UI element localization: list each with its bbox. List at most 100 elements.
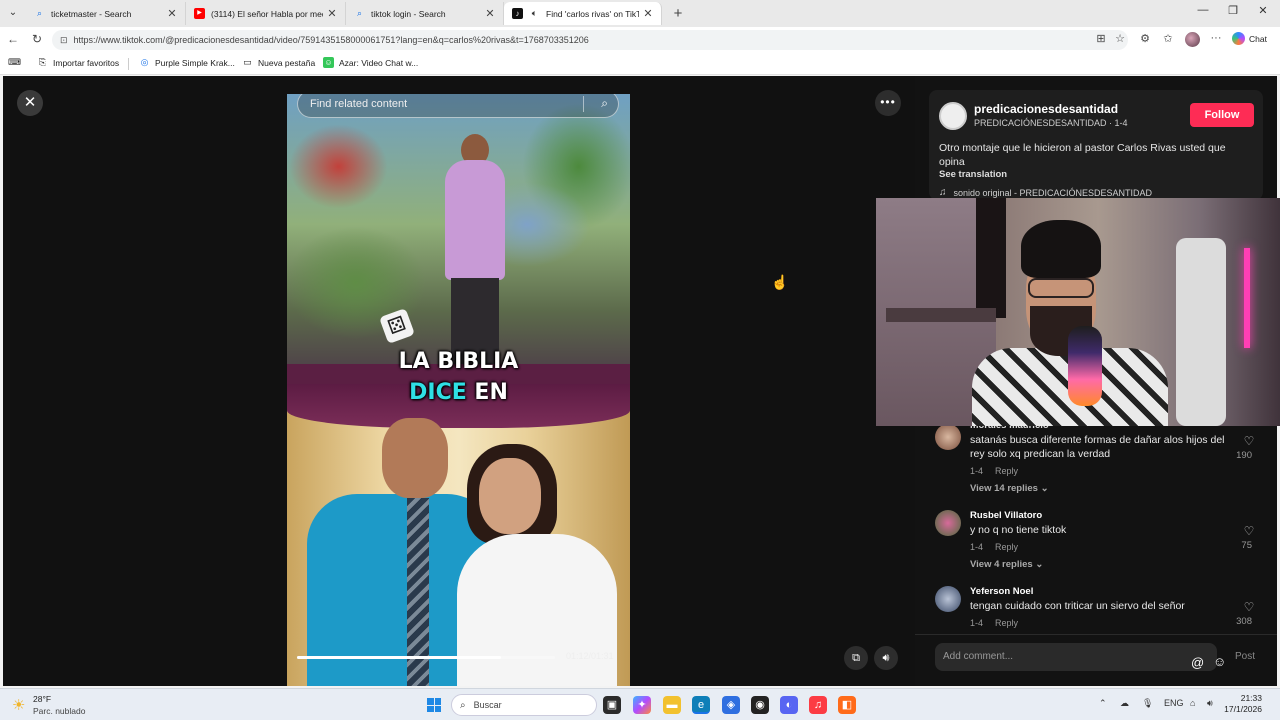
like-heart-icon[interactable]: ♡ xyxy=(1241,524,1257,538)
favorite-star-icon[interactable]: ☆ xyxy=(1113,32,1127,45)
tab-youtube[interactable]: ▶ (3114) El señor Habla por medio ✕ xyxy=(186,2,346,25)
address-bar[interactable]: ⊡ https://www.tiktok.com/@predicacionesd… xyxy=(52,30,1128,50)
like-count: 190 xyxy=(1236,450,1252,461)
more-options-button[interactable]: ••• xyxy=(875,90,901,116)
music-app-icon[interactable]: ♫ xyxy=(809,696,827,714)
video-player[interactable]: ⚄ LA BIBLIA DICE EN Find related content… xyxy=(287,94,630,686)
new-tab-button[interactable]: + xyxy=(670,5,686,22)
close-icon[interactable]: ✕ xyxy=(643,7,653,20)
capture-app-icon[interactable]: ◧ xyxy=(838,696,856,714)
add-comment-input[interactable]: Add comment... @ ☺ xyxy=(935,643,1226,671)
account-avatar[interactable] xyxy=(939,102,967,130)
commenter-avatar[interactable] xyxy=(935,586,961,612)
mention-icon[interactable]: @ xyxy=(1191,649,1204,677)
profile-avatar[interactable] xyxy=(1185,32,1200,47)
reply-link[interactable]: Reply xyxy=(995,618,1018,628)
bookmark-import[interactable]: ⎘ Importar favoritos xyxy=(37,57,119,68)
view-replies-link[interactable]: View 14 replies ⌄ xyxy=(970,483,1049,494)
preacher-body xyxy=(445,160,505,280)
related-search-input[interactable]: Find related content ⌕ xyxy=(297,94,619,118)
tab-label: (3114) El señor Habla por medio xyxy=(211,8,323,19)
volume-icon[interactable]: 🔊︎ xyxy=(874,646,898,670)
tab-bar: ⌄ ⌕ ticketmaster - Search ✕ ▶ (3114) El … xyxy=(0,0,1280,27)
more-options-icon[interactable]: ··· xyxy=(1209,32,1223,44)
clock-date: 17/1/2026 xyxy=(1224,704,1262,714)
edge-browser-icon[interactable]: e xyxy=(692,696,710,714)
file-explorer-icon[interactable]: ▬ xyxy=(663,696,681,714)
language-indicator[interactable]: ENG xyxy=(1164,698,1184,708)
copilot-chat-button[interactable]: Chat xyxy=(1232,32,1267,45)
comment-date: 1-4 xyxy=(970,466,984,476)
favorites-icon[interactable]: ✩ xyxy=(1161,32,1175,45)
extensions-icon[interactable]: ⚙ xyxy=(1138,32,1152,45)
task-view-icon[interactable]: ▣ xyxy=(603,696,621,714)
tab-tiktok-login[interactable]: ⌕ tiktok login - Search ✕ xyxy=(346,2,504,25)
youtube-icon: ▶ xyxy=(194,8,205,19)
post-description: Otro montaje que le hicieron al pastor C… xyxy=(939,142,1226,168)
close-window-icon[interactable]: ✕ xyxy=(1248,4,1278,17)
speaker-icon[interactable]: 🔈︎ xyxy=(529,8,540,19)
streamer-webcam-overlay xyxy=(876,198,1280,426)
azar-icon: ☺ xyxy=(323,57,334,68)
like-heart-icon[interactable]: ♡ xyxy=(1241,600,1257,614)
emoji-icon[interactable]: ☺ xyxy=(1213,648,1226,676)
tab-tiktok-search[interactable]: ♪ 🔈︎ Find 'carlos rivas' on TikTok | ✕ xyxy=(504,2,662,25)
copilot-app-icon[interactable]: ✦ xyxy=(633,696,651,714)
reply-link[interactable]: Reply xyxy=(995,542,1018,552)
replies-label: View 4 replies xyxy=(970,559,1033,570)
discord-icon[interactable]: ◐ xyxy=(780,696,798,714)
restore-icon[interactable]: ❐ xyxy=(1218,4,1248,17)
video-progress-bar[interactable] xyxy=(297,656,555,659)
commenter-avatar[interactable] xyxy=(935,424,961,450)
account-name[interactable]: predicacionesdesantidad xyxy=(974,102,1118,116)
commenter-name[interactable]: Rusbel Villatoro xyxy=(970,510,1042,521)
system-clock[interactable]: 21:33 17/1/2026 xyxy=(1222,693,1262,715)
split-screen-icon[interactable]: ⊞ xyxy=(1094,32,1108,45)
microphone-icon[interactable]: 🎙︎ xyxy=(1142,698,1153,709)
post-comment-button[interactable]: Post xyxy=(1235,651,1255,662)
tab-ticketmaster[interactable]: ⌕ ticketmaster - Search ✕ xyxy=(26,2,186,25)
bookmark-azar[interactable]: ☺ Azar: Video Chat w... xyxy=(323,57,418,68)
commenter-avatar[interactable] xyxy=(935,510,961,536)
close-video-button[interactable]: ✕ xyxy=(17,90,43,116)
reply-link[interactable]: Reply xyxy=(995,466,1018,476)
start-button[interactable] xyxy=(427,698,441,712)
weather-description[interactable]: Parc. nublado xyxy=(33,706,85,716)
bookmarks-menu-icon[interactable]: ⌨ xyxy=(8,57,24,68)
close-icon[interactable]: ✕ xyxy=(327,7,337,20)
bookmark-purple-kraken[interactable]: ◎ Purple Simple Krak... xyxy=(139,57,235,68)
weather-icon[interactable]: ☀ xyxy=(12,696,25,714)
back-icon[interactable]: ← xyxy=(5,32,21,46)
comment-text: satanás busca diferente formas de dañar … xyxy=(970,434,1225,460)
bookmark-label: Azar: Video Chat w... xyxy=(339,57,419,68)
taskbar-search[interactable]: ⌕ Buscar xyxy=(451,694,597,716)
search-icon[interactable]: ⌕ xyxy=(601,96,608,111)
see-translation-link[interactable]: See translation xyxy=(939,169,1007,180)
minimize-icon[interactable]: — xyxy=(1188,4,1218,16)
follow-button[interactable]: Follow xyxy=(1190,103,1254,127)
comment-placeholder: Add comment... xyxy=(943,651,1014,662)
weather-temperature[interactable]: 28°F xyxy=(33,694,51,704)
view-replies-link[interactable]: View 4 replies ⌄ xyxy=(970,559,1043,570)
comment-meta: 1-4 Reply xyxy=(970,466,1030,476)
copilot-icon xyxy=(1232,32,1245,45)
tab-actions-menu[interactable]: ⌄ xyxy=(4,5,22,21)
sound-link[interactable]: ♫ sonido original - PREDICACIÓNESDESANTI… xyxy=(939,187,1152,198)
close-icon[interactable]: ✕ xyxy=(167,7,177,20)
reload-icon[interactable]: ↻ xyxy=(29,32,45,46)
bookmark-new-tab[interactable]: ▭ Nueva pestaña xyxy=(242,57,315,68)
like-heart-icon[interactable]: ♡ xyxy=(1241,434,1257,448)
tab-label: ticketmaster - Search xyxy=(51,8,132,19)
close-icon[interactable]: ✕ xyxy=(485,7,495,20)
streaming-app-icon[interactable]: ◉ xyxy=(751,696,769,714)
network-icon[interactable]: ⌂ xyxy=(1190,698,1195,708)
chevron-up-icon[interactable]: ⌃ xyxy=(1099,698,1107,709)
caption-highlight: DICE xyxy=(409,380,467,405)
store-app-icon[interactable]: ◈ xyxy=(722,696,740,714)
site-info-icon[interactable]: ⊡ xyxy=(60,35,68,46)
miniplayer-icon[interactable]: ⧉ xyxy=(844,646,868,670)
cloud-icon[interactable]: ☁ xyxy=(1120,698,1129,709)
volume-tray-icon[interactable]: 🔊︎ xyxy=(1207,698,1213,709)
windows-taskbar: ☀ 28°F Parc. nublado ⌕ Buscar ▣ ✦ ▬ e ◈ … xyxy=(0,688,1280,720)
commenter-name[interactable]: Yeferson Noel xyxy=(970,586,1033,597)
